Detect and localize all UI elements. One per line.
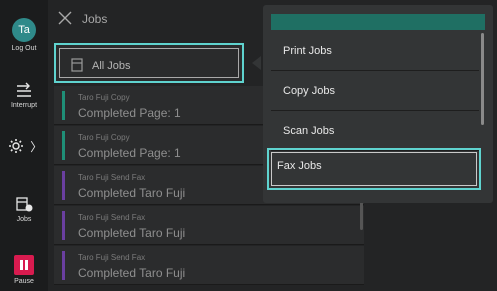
job-owner-type: Taro Fuji Copy [78, 133, 130, 142]
logout-label: Log Out [11, 45, 37, 52]
job-status: Completed Taro Fuji [78, 226, 186, 240]
filter-focus-ring: All Jobs [59, 48, 239, 78]
pause-label: Pause [14, 278, 34, 285]
job-owner-type: Taro Fuji Copy [78, 93, 130, 102]
pause-icon [14, 255, 34, 275]
user-avatar: Ta [12, 18, 36, 42]
menu-scrollbar[interactable] [481, 33, 484, 125]
filter-label: All Jobs [92, 60, 131, 72]
menu-item-label: Print Jobs [283, 45, 332, 57]
job-type-bar [62, 91, 65, 120]
jobs-label: Jobs [16, 216, 32, 223]
job-row[interactable]: Taro Fuji Send Fax Completed Taro Fuji [54, 246, 364, 285]
job-filter-button[interactable]: All Jobs [54, 43, 244, 83]
job-status: Completed Page: 1 [78, 106, 181, 120]
job-row[interactable]: Taro Fuji Send Fax Completed Taro Fuji [54, 206, 364, 245]
jobs-button[interactable]: Jobs [0, 194, 48, 223]
job-status: Completed Taro Fuji [78, 186, 186, 200]
menu-header-bar [271, 14, 485, 30]
jobs-icon [16, 197, 33, 212]
job-status: Completed Page: 1 [78, 146, 181, 160]
logout-button[interactable]: Ta Log Out [0, 18, 48, 52]
menu-item-print-jobs[interactable]: Print Jobs [271, 33, 479, 71]
menu-item-copy-jobs[interactable]: Copy Jobs [271, 73, 479, 111]
chevron-right-icon: 〉 [30, 140, 43, 154]
interrupt-icon [17, 82, 31, 97]
job-type-bar [62, 211, 65, 240]
jobs-filter-icon [71, 58, 83, 72]
job-type-bar [62, 171, 65, 200]
pause-button[interactable]: Pause [0, 255, 48, 285]
menu-pointer [252, 56, 261, 70]
interrupt-button[interactable]: Interrupt [0, 80, 48, 109]
job-type-bar [62, 131, 65, 160]
menu-item-scan-jobs[interactable]: Scan Jobs [271, 113, 479, 151]
settings-button[interactable]: 〉 [0, 136, 48, 161]
menu-item-label: Fax Jobs [277, 160, 322, 172]
job-owner-type: Taro Fuji Send Fax [78, 213, 146, 222]
interrupt-label: Interrupt [10, 102, 38, 109]
menu-item-label: Copy Jobs [283, 85, 335, 97]
menu-item-fax-jobs[interactable]: Fax Jobs [267, 148, 481, 190]
page-title: Jobs [82, 12, 108, 26]
job-owner-type: Taro Fuji Send Fax [78, 173, 146, 182]
close-icon[interactable] [58, 11, 72, 25]
menu-item-label: Scan Jobs [283, 125, 335, 137]
job-type-menu: Print Jobs Copy Jobs Scan Jobs Fax Jobs [263, 5, 493, 203]
job-owner-type: Taro Fuji Send Fax [78, 253, 146, 262]
job-status: Completed Taro Fuji [78, 266, 186, 280]
left-rail: Ta Log Out Interrupt 〉 Jobs Pause [0, 0, 48, 291]
job-type-bar [62, 251, 65, 280]
gear-icon [8, 139, 23, 153]
